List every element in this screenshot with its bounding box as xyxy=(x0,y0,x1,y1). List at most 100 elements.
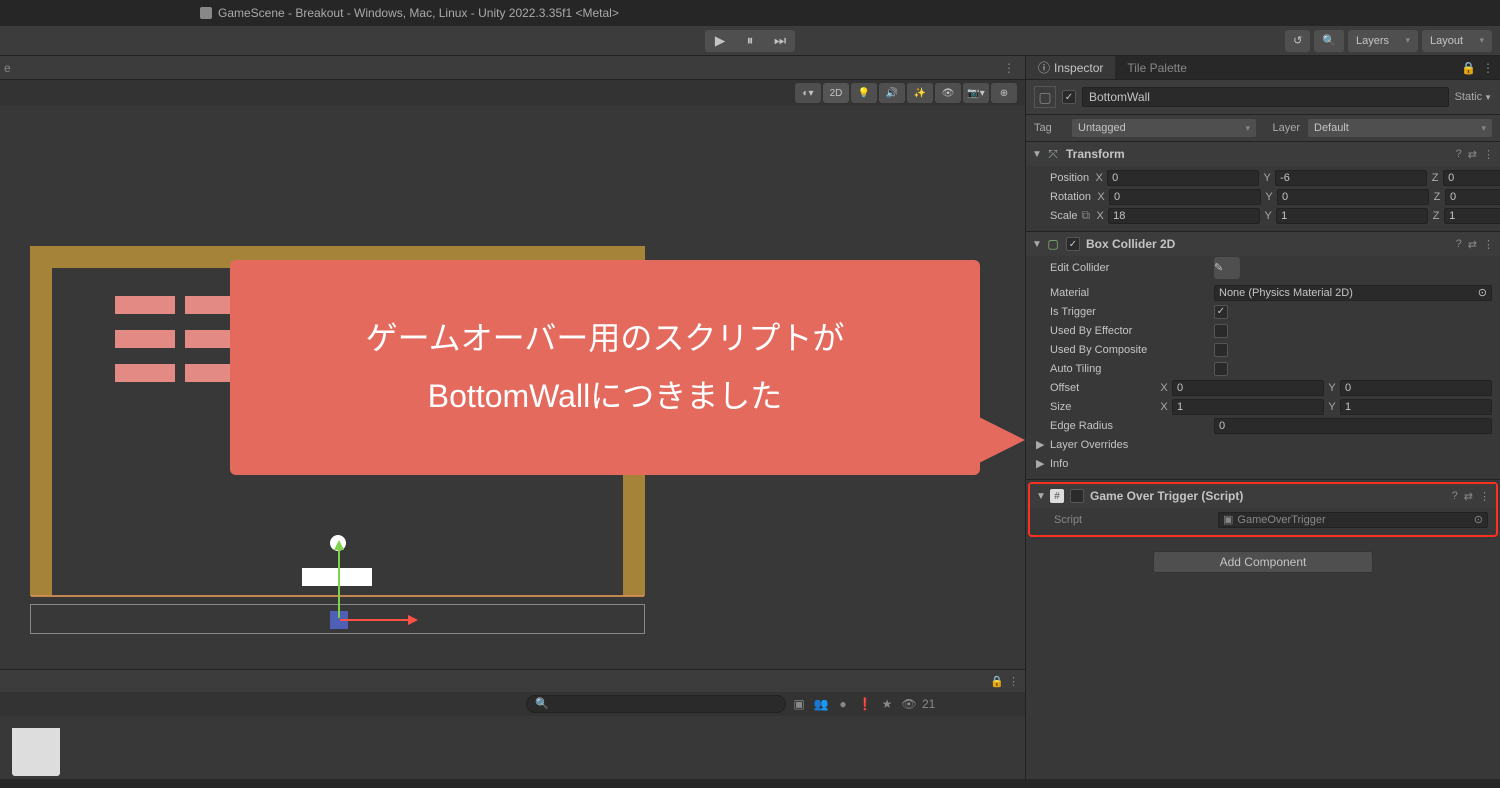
script-label: Script xyxy=(1054,514,1214,526)
panel-menu-icon[interactable]: ⋮ xyxy=(1008,675,1019,688)
gizmo-y-axis[interactable] xyxy=(338,543,340,618)
boxcollider2d-component: ▼ ▢ Box Collider 2D ?⇄⋮ Edit Collider ✎ … xyxy=(1026,232,1500,480)
layout-dropdown[interactable]: Layout xyxy=(1422,30,1492,52)
filter-icon[interactable]: ▣ xyxy=(790,695,808,713)
help-icon[interactable]: ? xyxy=(1456,148,1462,161)
component-menu-icon[interactable]: ⋮ xyxy=(1483,238,1494,251)
component-menu-icon[interactable]: ⋮ xyxy=(1479,490,1490,503)
static-dropdown[interactable]: Static ▼ xyxy=(1455,91,1492,103)
help-icon[interactable]: ? xyxy=(1456,238,1462,251)
tab-tile-palette[interactable]: Tile Palette xyxy=(1115,56,1199,79)
window-title: GameScene - Breakout - Windows, Mac, Lin… xyxy=(218,6,619,20)
boxcollider-header[interactable]: ▼ ▢ Box Collider 2D ?⇄⋮ xyxy=(1026,232,1500,256)
istrigger-checkbox[interactable] xyxy=(1214,305,1228,319)
tag-dropdown[interactable]: Untagged xyxy=(1072,119,1256,137)
folder-item[interactable] xyxy=(12,728,60,776)
pause-button[interactable]: ⏸ xyxy=(735,30,765,52)
top-toolbar: ▶ ⏸ ⏭ ↺ 🔍 Layers Layout xyxy=(0,26,1500,56)
gameovertrigger-enabled-checkbox[interactable] xyxy=(1070,489,1084,503)
help-icon[interactable]: ? xyxy=(1452,490,1458,503)
foldout-icon[interactable]: ▼ xyxy=(1032,239,1040,250)
inspector-menu-icon[interactable]: ⋮ xyxy=(1482,61,1494,75)
usedbyeffector-label: Used By Effector xyxy=(1050,325,1210,337)
size-y-field[interactable] xyxy=(1340,399,1492,415)
hidden-toggle[interactable]: 👁 xyxy=(935,83,961,103)
gameobject-icon[interactable]: ▢ xyxy=(1034,86,1056,108)
layer-dropdown[interactable]: Default xyxy=(1308,119,1492,137)
transform-icon: ⤧ xyxy=(1046,147,1060,161)
autotiling-label: Auto Tiling xyxy=(1050,363,1210,375)
presets-icon[interactable]: ⇄ xyxy=(1468,148,1477,161)
usedbycomposite-checkbox[interactable] xyxy=(1214,343,1228,357)
camera-dropdown[interactable]: 📷▾ xyxy=(963,83,989,103)
object-picker-icon[interactable]: ⊙ xyxy=(1474,513,1483,526)
edgeradius-label: Edge Radius xyxy=(1050,420,1210,432)
left-wall-sprite xyxy=(30,246,52,596)
audio-toggle[interactable]: 🔊 xyxy=(879,83,905,103)
type-filter-icon[interactable]: ● xyxy=(834,695,852,713)
lock-icon[interactable]: 🔒 xyxy=(990,675,1004,688)
script-icon: # xyxy=(1050,489,1064,503)
gameovertrigger-component: ▼ # Game Over Trigger (Script) ?⇄⋮ Scrip… xyxy=(1028,482,1498,537)
layers-dropdown[interactable]: Layers xyxy=(1348,30,1418,52)
lighting-toggle[interactable]: 💡 xyxy=(851,83,877,103)
position-x-field[interactable] xyxy=(1107,170,1259,186)
add-component-button[interactable]: Add Component xyxy=(1153,551,1373,573)
rotation-x-field[interactable] xyxy=(1109,189,1261,205)
rotation-z-field[interactable] xyxy=(1445,189,1500,205)
shading-dropdown[interactable]: ◐▾ xyxy=(795,83,821,103)
undo-history-button[interactable]: ↺ xyxy=(1285,30,1310,52)
object-picker-icon[interactable]: ⊙ xyxy=(1478,286,1487,299)
material-field[interactable]: None (Physics Material 2D)⊙ xyxy=(1214,285,1492,301)
fx-toggle[interactable]: ✨ xyxy=(907,83,933,103)
gameobject-name-field[interactable] xyxy=(1082,87,1449,107)
gizmos-dropdown[interactable]: ⊕ xyxy=(991,83,1017,103)
favorite-icon[interactable]: 👥 xyxy=(812,695,830,713)
window-titlebar: GameScene - Breakout - Windows, Mac, Lin… xyxy=(0,0,1500,26)
hidden-items-icon[interactable]: 👁 xyxy=(900,695,918,713)
usedbyeffector-checkbox[interactable] xyxy=(1214,324,1228,338)
scale-label: Scale xyxy=(1050,210,1078,222)
gameobject-active-checkbox[interactable] xyxy=(1062,90,1076,104)
component-menu-icon[interactable]: ⋮ xyxy=(1483,148,1494,161)
scale-x-field[interactable] xyxy=(1108,208,1260,224)
presets-icon[interactable]: ⇄ xyxy=(1464,490,1473,503)
scale-z-field[interactable] xyxy=(1444,208,1500,224)
project-search-input[interactable] xyxy=(526,695,786,713)
lock-icon[interactable]: 🔒 xyxy=(1461,61,1476,75)
position-z-field[interactable] xyxy=(1443,170,1500,186)
offset-x-field[interactable] xyxy=(1172,380,1324,396)
presets-icon[interactable]: ⇄ xyxy=(1468,238,1477,251)
offset-y-field[interactable] xyxy=(1340,380,1492,396)
label-filter-icon[interactable]: ❗ xyxy=(856,695,874,713)
search-button[interactable]: 🔍 xyxy=(1314,30,1344,52)
foldout-icon[interactable]: ▼ xyxy=(1036,491,1044,502)
edit-collider-button[interactable]: ✎ xyxy=(1214,257,1240,279)
hierarchy-edge-label: e xyxy=(4,61,11,75)
position-y-field[interactable] xyxy=(1275,170,1427,186)
edgeradius-field[interactable] xyxy=(1214,418,1492,434)
save-filter-icon[interactable]: ★ xyxy=(878,695,896,713)
callout-tail xyxy=(975,415,1025,465)
step-button[interactable]: ⏭ xyxy=(765,30,795,52)
autotiling-checkbox[interactable] xyxy=(1214,362,1228,376)
script-field: ▣GameOverTrigger⊙ xyxy=(1218,512,1488,528)
tab-inspector[interactable]: ⓘInspector xyxy=(1026,56,1115,79)
scene-toolbar: ◐▾ 2D 💡 🔊 ✨ 👁 📷▾ ⊕ xyxy=(0,80,1025,106)
info-label[interactable]: Info xyxy=(1050,458,1210,470)
transform-header[interactable]: ▼ ⤧ Transform ?⇄⋮ xyxy=(1026,142,1500,166)
gizmo-x-axis[interactable] xyxy=(340,619,415,621)
2d-toggle[interactable]: 2D xyxy=(823,83,849,103)
foldout-icon[interactable]: ▼ xyxy=(1032,149,1040,160)
gameovertrigger-header[interactable]: ▼ # Game Over Trigger (Script) ?⇄⋮ xyxy=(1030,484,1496,508)
scene-menu-icon[interactable]: ⋮ xyxy=(997,61,1021,75)
toolbar-right: ↺ 🔍 Layers Layout xyxy=(1285,30,1492,52)
scale-y-field[interactable] xyxy=(1276,208,1428,224)
size-x-field[interactable] xyxy=(1172,399,1324,415)
boxcollider-enabled-checkbox[interactable] xyxy=(1066,237,1080,251)
inspector-pane: ⓘInspector Tile Palette 🔒 ⋮ ▢ Static ▼ T… xyxy=(1025,56,1500,779)
layeroverrides-label[interactable]: Layer Overrides xyxy=(1050,439,1210,451)
rotation-y-field[interactable] xyxy=(1277,189,1429,205)
scale-link-icon[interactable]: ⧉ xyxy=(1082,208,1091,223)
play-button[interactable]: ▶ xyxy=(705,30,735,52)
